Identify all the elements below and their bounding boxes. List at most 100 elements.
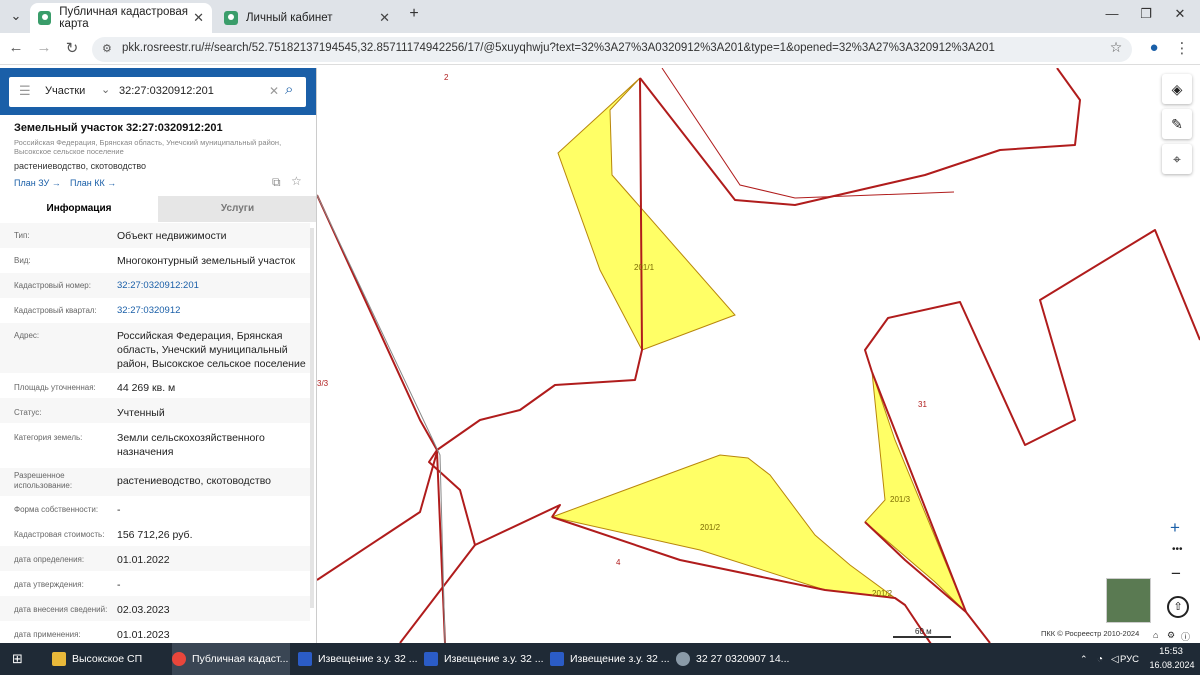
task-app[interactable]: 32 27 0320907 14... [676, 643, 796, 675]
field-value-address: Российская Федерация, Брянская область, … [117, 330, 306, 370]
field-label-area: Площадь уточненная: [14, 383, 96, 392]
close-tab-icon[interactable]: ✕ [379, 10, 390, 26]
field-value-date-entered: 02.03.2023 [117, 604, 170, 616]
forward-icon[interactable]: → [34, 39, 54, 56]
clear-icon[interactable]: ✕ [269, 84, 279, 98]
cadastral-quarter-link[interactable]: 32:27:0320912 [117, 304, 307, 318]
parcel-address: Российская Федерация, Брянская область, … [14, 138, 282, 156]
task-label: Высокское СП [72, 653, 143, 665]
field-label-cadnum: Кадастровый номер: [14, 281, 91, 290]
rosreestr-favicon-icon [224, 11, 238, 25]
back-icon[interactable]: ← [6, 39, 26, 56]
boundary-line [399, 544, 476, 643]
scale-label: 60 м [915, 627, 932, 636]
field-value-date-applied: 01.01.2023 [117, 629, 170, 641]
plan-kk-link[interactable]: План КК → [70, 178, 116, 188]
windows-taskbar: ⊞ Высокское СП Публичная кадаст... Извещ… [0, 643, 1200, 675]
minimize-icon[interactable]: — [1102, 6, 1122, 21]
field-label-ownership: Форма собственности: [14, 505, 99, 514]
menu-dots-icon[interactable]: ⋮ [1172, 39, 1192, 57]
volume-icon[interactable]: ◁ [1111, 643, 1119, 675]
search-type-select[interactable]: Участки [45, 85, 85, 97]
boundary-line [864, 229, 1200, 446]
task-word-1[interactable]: Извещение з.у. 32 ... [298, 643, 418, 675]
field-value-area: 44 269 кв. м [117, 382, 176, 394]
task-explorer[interactable]: Высокское СП [52, 643, 168, 675]
tab-cabinet[interactable]: Личный кабинет ✕ [216, 3, 398, 33]
zoom-in-icon[interactable]: + [1170, 518, 1180, 538]
task-word-2[interactable]: Извещение з.у. 32 ... [424, 643, 544, 675]
language-indicator[interactable]: РУС [1120, 643, 1139, 675]
cadastral-number-link[interactable]: 32:27:0320912:201 [117, 279, 307, 293]
copyright-text: ПКК © Росреестр 2010-2024 [1041, 629, 1139, 638]
field-value-cost: 156 712,26 руб. [117, 529, 193, 541]
plan-zu-link[interactable]: План ЗУ → [14, 178, 61, 188]
tab-label: Личный кабинет [246, 12, 333, 24]
task-word-3[interactable]: Извещение з.у. 32 ... [550, 643, 670, 675]
more-dots-icon[interactable]: ••• [1172, 544, 1183, 555]
preview-icon[interactable]: ⧉ [272, 175, 281, 190]
map-label-4: 4 [616, 558, 621, 567]
parcel-201-1 [557, 77, 736, 351]
locate-icon[interactable]: ⌖ [1162, 144, 1192, 174]
field-label-permitted-use: Разрешенное использование: [14, 471, 73, 490]
word-icon [298, 652, 312, 666]
profile-icon[interactable]: ● [1144, 39, 1164, 56]
url-text: pkk.rosreestr.ru/#/search/52.75182137194… [122, 42, 995, 54]
map-label-201-3: 201/3 [890, 495, 911, 504]
tab-info[interactable]: Информация [0, 196, 158, 222]
tab-services[interactable]: Услуги [158, 196, 316, 222]
map-label-31: 31 [918, 400, 927, 409]
info-icon[interactable]: ⓘ [1181, 630, 1190, 643]
tab-label: Публичная кадастровая карта [59, 6, 188, 30]
clock-date[interactable]: 16.08.2024 [1147, 660, 1197, 670]
ruler-icon[interactable]: ✎ [1162, 109, 1192, 139]
url-field[interactable]: ⚙ pkk.rosreestr.ru/#/search/52.751821371… [92, 37, 1132, 62]
field-label-address: Адрес: [14, 331, 40, 340]
field-value-category: Земли сельскохозяйственного назначения [117, 432, 265, 458]
search-box: ☰ Участки ⌄ 32:27:0320912:201 ✕ ⌕ [9, 77, 306, 107]
clock-time[interactable]: 15:53 [1151, 646, 1191, 657]
scrollbar[interactable] [310, 228, 314, 608]
task-label: Извещение з.у. 32 ... [570, 653, 670, 665]
task-label: Извещение з.у. 32 ... [444, 653, 544, 665]
reload-icon[interactable]: ↻ [62, 39, 82, 57]
close-tab-icon[interactable]: ✕ [193, 10, 204, 26]
map-label-201-2b: 201/2 [872, 589, 893, 598]
tab-pkk[interactable]: Публичная кадастровая карта ✕ [30, 3, 212, 33]
zoom-out-icon[interactable]: − [1171, 564, 1181, 584]
map-canvas[interactable]: 2 201/1 201/2 201/2 201/3 31 4 3/3 60 м … [317, 68, 1200, 643]
compass-icon[interactable]: ⇧ [1167, 596, 1189, 618]
field-value-permitted-use: растениеводство, скотоводство [117, 475, 272, 487]
home-icon[interactable]: ⌂ [1153, 630, 1158, 640]
chevron-down-icon[interactable]: ⌄ [101, 83, 110, 96]
layers-icon[interactable]: ◈ [1162, 74, 1192, 104]
info-panel: ☰ Участки ⌄ 32:27:0320912:201 ✕ ⌕ Земель… [0, 68, 317, 643]
address-bar: ← → ↻ ⚙ pkk.rosreestr.ru/#/search/52.751… [0, 33, 1200, 65]
maximize-icon[interactable]: ❐ [1136, 6, 1156, 22]
boundary-line [639, 68, 1081, 206]
search-input[interactable]: 32:27:0320912:201 [119, 85, 214, 97]
word-icon [550, 652, 564, 666]
satellite-thumbnail[interactable] [1106, 578, 1151, 623]
site-info-icon[interactable]: ⚙ [102, 42, 112, 55]
cadastral-map[interactable]: 2 201/1 201/2 201/2 201/3 31 4 3/3 60 м … [317, 68, 1200, 643]
start-icon[interactable]: ⊞ [12, 643, 23, 675]
hamburger-icon[interactable]: ☰ [19, 83, 31, 99]
rosreestr-favicon-icon [38, 11, 52, 25]
new-tab-icon[interactable]: + [404, 5, 424, 23]
bookmark-star-icon[interactable]: ☆ [1106, 39, 1126, 56]
map-label-2: 2 [444, 73, 449, 82]
tab-search-icon[interactable]: ⌄ [6, 8, 26, 24]
settings-icon[interactable]: ⚙ [1167, 630, 1175, 641]
word-icon [424, 652, 438, 666]
field-label-status: Статус: [14, 408, 42, 417]
tray-chevron-icon[interactable]: ⌃ [1080, 643, 1088, 675]
wifi-icon[interactable]: ◔ [1097, 643, 1103, 675]
task-chrome[interactable]: Публичная кадаст... [172, 643, 290, 675]
window-close-icon[interactable]: ✕ [1170, 6, 1190, 22]
task-label: Публичная кадаст... [192, 653, 289, 665]
search-icon[interactable]: ⌕ [285, 81, 293, 98]
favorite-star-icon[interactable]: ☆ [291, 174, 302, 188]
field-label-date-approved: дата утверждения: [14, 580, 84, 589]
